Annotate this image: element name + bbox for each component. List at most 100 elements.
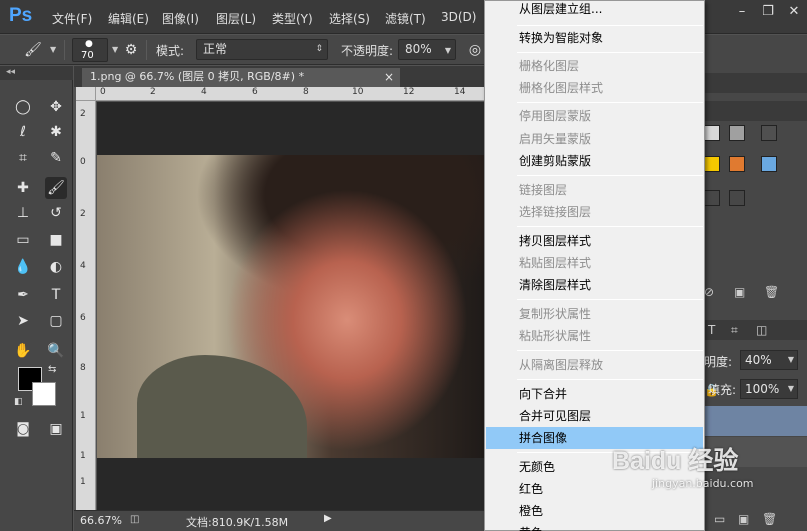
tools-panel-collapse-icon[interactable]: ◂◂	[0, 66, 73, 80]
menu-item-yellow[interactable]: 黄色	[486, 522, 703, 531]
menu-layer[interactable]: 图层(L)	[216, 10, 256, 27]
ruler-label: 6	[80, 313, 86, 323]
shape-filter-icon[interactable]: ⌗	[731, 323, 738, 338]
background-color-swatch[interactable]	[32, 382, 56, 406]
menu-select[interactable]: 选择(S)	[329, 10, 370, 27]
dropdown-arrow-icon[interactable]: ▼	[788, 380, 794, 398]
ruler-origin[interactable]	[76, 87, 96, 101]
style-swatch[interactable]	[729, 156, 745, 172]
close-window-button[interactable]: ✕	[782, 0, 806, 24]
style-swatch[interactable]	[761, 156, 777, 172]
delete-style-icon[interactable]: 🗑	[764, 285, 779, 299]
layers-panel-header: T ⌗ ◫	[704, 320, 807, 340]
clone-stamp-tool-icon[interactable]: ⊥	[12, 202, 34, 224]
menu-3d[interactable]: 3D(D)	[441, 10, 476, 24]
menu-item-clear-layer-style[interactable]: 清除图层样式	[486, 274, 703, 296]
status-bar: 66.67% ◫ 文档:810.9K/1.58M ▶	[74, 510, 488, 531]
style-swatch[interactable]	[704, 156, 720, 172]
quick-mask-icon[interactable]: ◙	[12, 418, 34, 440]
dropdown-arrow-icon[interactable]: ▼	[788, 351, 794, 369]
magic-wand-tool-icon[interactable]: ✱	[45, 121, 67, 143]
menu-item-convert-to-smart-object[interactable]: 转换为智能对象	[486, 27, 703, 49]
menu-item-paste-layer-style: 粘贴图层样式	[519, 256, 592, 270]
menu-separator	[517, 102, 703, 103]
menu-filter[interactable]: 滤镜(T)	[385, 10, 426, 27]
brush-size-dropdown-icon[interactable]: ▼	[112, 45, 118, 54]
brush-panel-toggle-icon[interactable]: ⚙	[120, 39, 142, 61]
rectangle-tool-icon[interactable]: ▢	[45, 310, 67, 332]
menu-item-merge-down[interactable]: 向下合并	[486, 383, 703, 405]
hand-tool-icon[interactable]: ✋	[12, 340, 34, 362]
default-colors-icon[interactable]: ◧	[14, 397, 23, 407]
opacity-input[interactable]: 80% ▼	[398, 39, 456, 60]
photo-canvas[interactable]	[97, 155, 488, 458]
status-menu-arrow-icon[interactable]: ▶	[324, 513, 332, 524]
pressure-opacity-icon[interactable]: ◎	[464, 39, 486, 61]
menu-item-group-from-layers[interactable]: 从图层建立组...	[486, 0, 703, 20]
close-tab-icon[interactable]: ×	[384, 68, 394, 86]
zoom-level[interactable]: 66.67%	[80, 514, 122, 527]
lasso-tool-icon[interactable]: ℓ	[12, 121, 34, 143]
menu-item-release-from-isolation: 从隔离图层释放	[519, 358, 604, 372]
brush-size-picker[interactable]: ● 70	[72, 38, 108, 62]
menu-separator	[517, 175, 703, 176]
document-tab[interactable]: 1.png @ 66.7% (图层 0 拷贝, RGB/8#) * ×	[82, 68, 400, 87]
screen-mode-icon[interactable]: ▣	[45, 418, 67, 440]
fill-input[interactable]: 100% ▼	[740, 379, 798, 399]
move-tool-icon[interactable]: ✥	[45, 96, 67, 118]
separator	[64, 40, 65, 60]
brush-tool-icon[interactable]: 🖌	[45, 177, 67, 199]
minimize-button[interactable]: –	[730, 0, 754, 24]
type-tool-icon[interactable]: T	[45, 284, 67, 306]
menu-type[interactable]: 类型(Y)	[272, 10, 313, 27]
horizontal-ruler[interactable]: 0 2 4 6 8 10 12 14	[96, 87, 488, 101]
eyedropper-tool-icon[interactable]: ✎	[45, 147, 67, 169]
menu-image[interactable]: 图像(I)	[162, 10, 199, 27]
layer-row-selected[interactable]	[704, 406, 807, 436]
zoom-tool-icon[interactable]: 🔍	[45, 340, 67, 362]
restore-button[interactable]: ❐	[756, 0, 780, 24]
marquee-tool-icon[interactable]: ◯	[12, 96, 34, 118]
style-swatch[interactable]	[704, 125, 720, 141]
separator	[146, 40, 147, 60]
menu-item-rasterize-layer: 栅格化图层	[519, 59, 580, 73]
brush-preset-icon[interactable]: 🖌	[22, 39, 44, 61]
swap-colors-icon[interactable]: ⇆	[48, 364, 56, 375]
delete-layer-icon[interactable]: 🗑	[762, 512, 777, 526]
healing-brush-tool-icon[interactable]: ✚	[12, 177, 34, 199]
path-selection-tool-icon[interactable]: ➤	[12, 310, 34, 332]
menu-file[interactable]: 文件(F)	[52, 10, 92, 27]
menu-item-merge-visible[interactable]: 合并可见图层	[486, 405, 703, 427]
menu-item-create-clipping-mask[interactable]: 创建剪贴蒙版	[486, 150, 703, 172]
blur-tool-icon[interactable]: 💧	[12, 256, 34, 278]
pen-tool-icon[interactable]: ✒	[12, 284, 34, 306]
opacity-dropdown-icon[interactable]: ▼	[445, 41, 451, 60]
style-swatch[interactable]	[729, 125, 745, 141]
new-style-icon[interactable]: ▣	[734, 285, 745, 299]
eraser-tool-icon[interactable]: ▭	[12, 229, 34, 251]
mode-select[interactable]: 正常 ⇕	[196, 39, 328, 60]
preset-dropdown-arrow-icon[interactable]: ▼	[50, 45, 56, 54]
vertical-ruler[interactable]: 2 0 2 4 6 8 1 1 1	[76, 101, 96, 510]
style-swatch[interactable]	[704, 190, 720, 206]
no-style-icon[interactable]: ⊘	[704, 285, 714, 299]
style-swatch[interactable]	[761, 125, 777, 141]
fill-value: 100%	[745, 382, 780, 396]
document-tab-bar: 1.png @ 66.7% (图层 0 拷贝, RGB/8#) * ×	[74, 66, 488, 87]
menu-item-copy-layer-style[interactable]: 拷贝图层样式	[486, 230, 703, 252]
crop-tool-icon[interactable]: ⌗	[12, 147, 34, 169]
gradient-tool-icon[interactable]: ■	[45, 229, 67, 251]
ruler-label: 6	[252, 87, 258, 97]
opacity-label: 不透明度:	[341, 44, 394, 58]
menu-separator	[517, 350, 703, 351]
dodge-tool-icon[interactable]: ◐	[45, 256, 67, 278]
layer-opacity-input[interactable]: 40% ▼	[740, 350, 798, 370]
menu-separator	[517, 25, 703, 26]
menu-item-link-layers: 链接图层	[519, 183, 568, 197]
smart-filter-icon[interactable]: ◫	[756, 323, 767, 337]
menu-item-copy-shape-attributes: 复制形状属性	[519, 307, 592, 321]
history-brush-tool-icon[interactable]: ↺	[45, 202, 67, 224]
style-swatch[interactable]	[729, 190, 745, 206]
type-filter-icon[interactable]: T	[708, 323, 715, 337]
menu-edit[interactable]: 编辑(E)	[108, 10, 149, 27]
